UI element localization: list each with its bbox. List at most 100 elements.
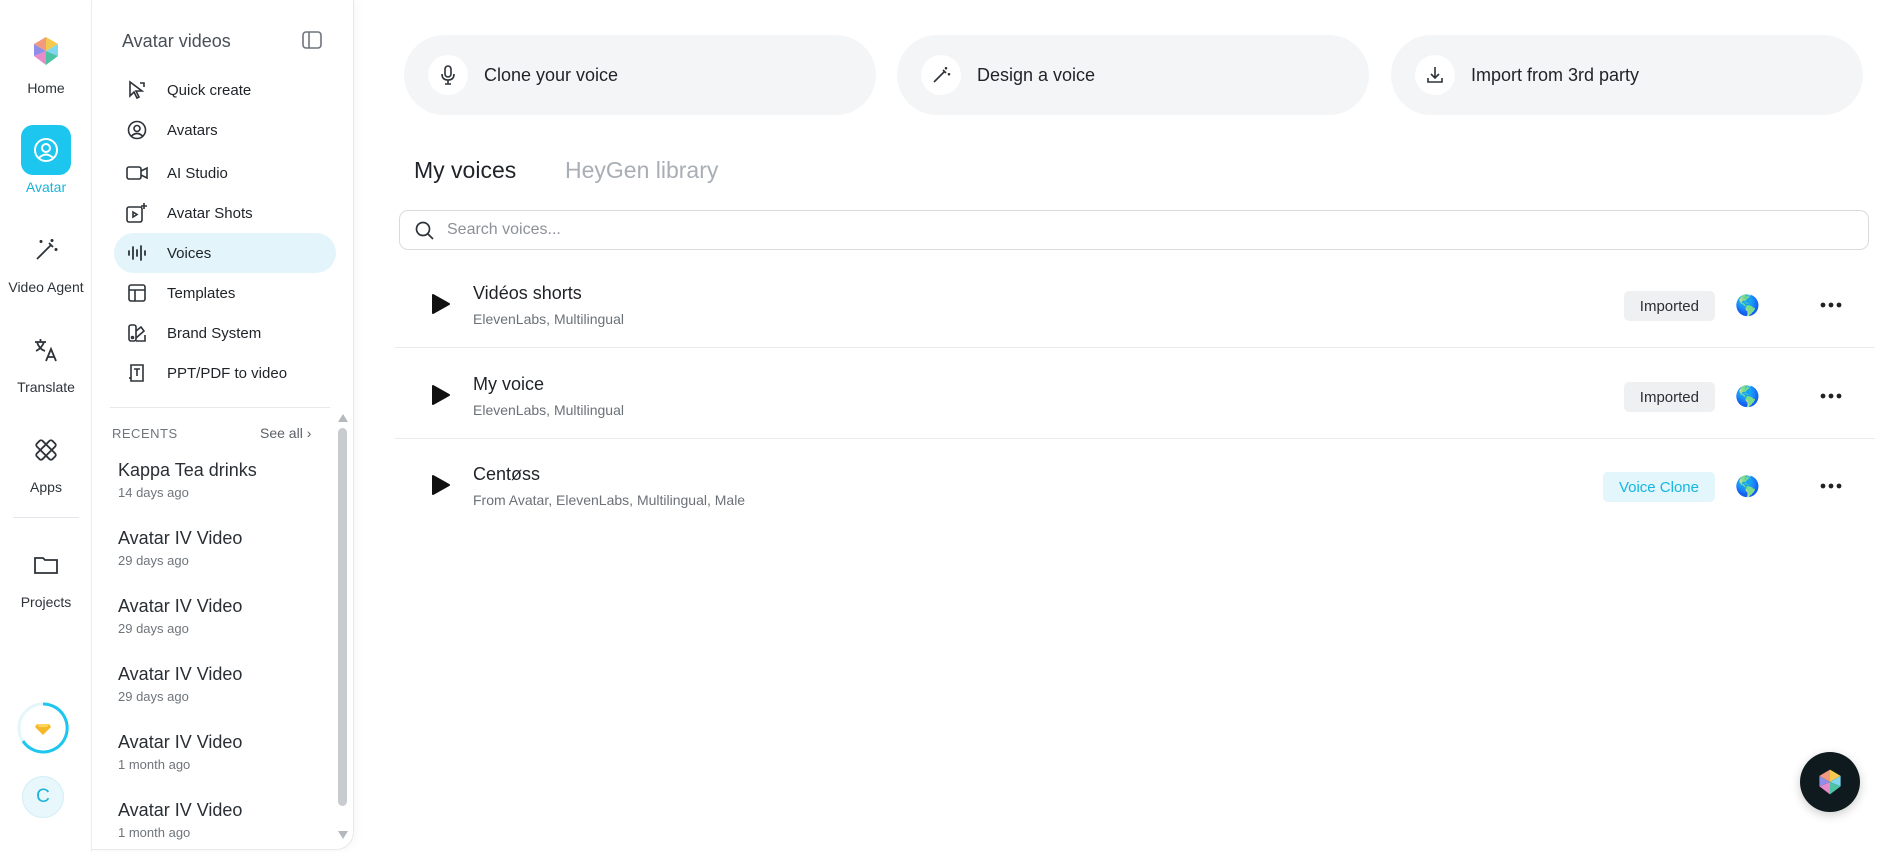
voice-badge: Voice Clone <box>1602 472 1715 502</box>
recent-item[interactable]: Avatar IV Video 29 days ago <box>118 664 323 704</box>
import-third-party-button[interactable]: Import from 3rd party <box>1391 35 1863 115</box>
design-voice-button[interactable]: Design a voice <box>897 35 1369 115</box>
sidebar-toggle-icon[interactable] <box>302 31 322 49</box>
see-all-link[interactable]: See all › <box>260 425 311 441</box>
nav-item-ai-studio[interactable]: AI Studio <box>114 153 336 193</box>
heygen-logo-icon <box>21 26 71 76</box>
scrollbar-thumb[interactable] <box>338 428 347 806</box>
action-label: Design a voice <box>977 64 1096 85</box>
layout-icon <box>125 281 149 305</box>
waveform-icon <box>125 241 149 265</box>
search-input[interactable] <box>447 221 1827 239</box>
globe-icon[interactable]: 🌎 <box>1735 476 1760 498</box>
voice-badge: Imported <box>1623 382 1715 412</box>
recent-title: Avatar IV Video <box>118 732 243 752</box>
rail-divider <box>13 517 79 518</box>
more-options-icon[interactable] <box>1815 382 1847 410</box>
nav-item-ppt-pdf[interactable]: PPT/PDF to video <box>114 353 336 393</box>
rail-item-translate[interactable]: Translate <box>0 325 92 395</box>
recent-item[interactable]: Avatar IV Video 29 days ago <box>118 596 323 636</box>
microphone-icon <box>428 55 468 95</box>
voice-meta: ElevenLabs, Multilingual <box>473 402 624 418</box>
user-avatar[interactable]: C <box>22 776 64 818</box>
nav-item-brand-system[interactable]: Brand System <box>114 313 336 353</box>
recent-item[interactable]: Avatar IV Video 29 days ago <box>118 528 323 568</box>
avatar-icon <box>21 125 71 175</box>
play-icon[interactable] <box>429 474 451 496</box>
recent-time: 29 days ago <box>118 553 189 568</box>
recent-time: 29 days ago <box>118 689 189 704</box>
more-options-icon[interactable] <box>1815 472 1847 500</box>
magic-wand-icon <box>921 55 961 95</box>
voice-badge: Imported <box>1623 291 1715 321</box>
voice-name: Centøss <box>473 464 541 484</box>
globe-icon[interactable]: 🌎 <box>1735 386 1760 408</box>
globe-icon[interactable]: 🌎 <box>1735 295 1760 317</box>
rail-item-home[interactable]: Home <box>0 26 92 96</box>
nav-item-templates[interactable]: Templates <box>114 273 336 313</box>
tab-my-voices[interactable]: My voices <box>414 157 516 184</box>
rail-label-video-agent: Video Agent <box>8 279 84 295</box>
nav-item-quick-create[interactable]: Quick create <box>114 70 336 110</box>
nav-label: Avatars <box>167 121 218 139</box>
rail-item-apps[interactable]: Apps <box>0 425 92 495</box>
nav-label: Brand System <box>167 324 262 342</box>
user-circle-icon <box>125 118 149 142</box>
rail-label-apps: Apps <box>30 479 62 495</box>
recent-title: Avatar IV Video <box>118 528 243 548</box>
search-bar <box>399 210 1869 250</box>
recent-title: Kappa Tea drinks <box>118 460 257 480</box>
nav-item-avatars[interactable]: Avatars <box>114 110 336 150</box>
cursor-icon <box>125 78 149 102</box>
heygen-logo-icon <box>1819 769 1841 795</box>
nav-label: Templates <box>167 284 236 302</box>
search-icon <box>415 220 435 240</box>
rail-label-projects: Projects <box>20 594 72 610</box>
side-panel: Avatar videos Quick create Avatars AI St… <box>92 0 354 850</box>
nav-label: Quick create <box>167 81 252 99</box>
rail-item-video-agent[interactable]: Video Agent <box>0 225 92 295</box>
nav-item-avatar-shots[interactable]: Avatar Shots <box>114 193 336 233</box>
panel-title: Avatar videos <box>122 31 231 51</box>
voice-meta: ElevenLabs, Multilingual <box>473 311 624 327</box>
recent-time: 1 month ago <box>118 825 191 840</box>
document-text-icon <box>125 361 149 385</box>
action-label: Clone your voice <box>484 64 619 85</box>
recent-title: Avatar IV Video <box>118 664 243 684</box>
recent-time: 1 month ago <box>118 757 191 772</box>
rail-item-projects[interactable]: Projects <box>0 540 92 610</box>
tab-heygen-library[interactable]: HeyGen library <box>565 157 718 184</box>
nav-label: Voices <box>167 244 212 262</box>
clone-voice-button[interactable]: Clone your voice <box>404 35 876 115</box>
magic-wand-icon <box>21 225 71 275</box>
video-plus-icon <box>125 201 149 225</box>
recent-time: 29 days ago <box>118 621 189 636</box>
folder-icon <box>21 540 71 590</box>
video-camera-icon <box>125 161 149 185</box>
assistant-button[interactable] <box>1800 752 1860 812</box>
voice-row[interactable]: My voice ElevenLabs, Multilingual Import… <box>395 349 1875 439</box>
rail-label-home: Home <box>27 80 65 96</box>
rail-item-avatar[interactable]: Avatar <box>0 125 92 195</box>
panel-divider <box>110 407 330 408</box>
voice-row[interactable]: Vidéos shorts ElevenLabs, Multilingual I… <box>395 258 1875 348</box>
rail-label-translate: Translate <box>17 379 75 395</box>
recent-item[interactable]: Avatar IV Video 1 month ago <box>118 800 323 840</box>
nav-item-voices[interactable]: Voices <box>114 233 336 273</box>
diamond-icon <box>17 702 69 754</box>
more-options-icon[interactable] <box>1815 291 1847 319</box>
left-rail: Home Avatar Video Agent Translate Apps P… <box>0 0 92 852</box>
recent-item[interactable]: Avatar IV Video 1 month ago <box>118 732 323 772</box>
scroll-down-arrow[interactable] <box>338 831 348 839</box>
credits-ring[interactable] <box>16 701 70 755</box>
voice-name: Vidéos shorts <box>473 283 582 303</box>
scroll-up-arrow[interactable] <box>338 414 348 422</box>
recent-item[interactable]: Kappa Tea drinks 14 days ago <box>118 460 323 500</box>
play-icon[interactable] <box>429 384 451 406</box>
nav-label: AI Studio <box>167 164 228 182</box>
recent-title: Avatar IV Video <box>118 596 243 616</box>
voice-row[interactable]: Centøss From Avatar, ElevenLabs, Multili… <box>395 439 1875 529</box>
apps-icon <box>21 425 71 475</box>
recent-title: Avatar IV Video <box>118 800 243 820</box>
play-icon[interactable] <box>429 293 451 315</box>
